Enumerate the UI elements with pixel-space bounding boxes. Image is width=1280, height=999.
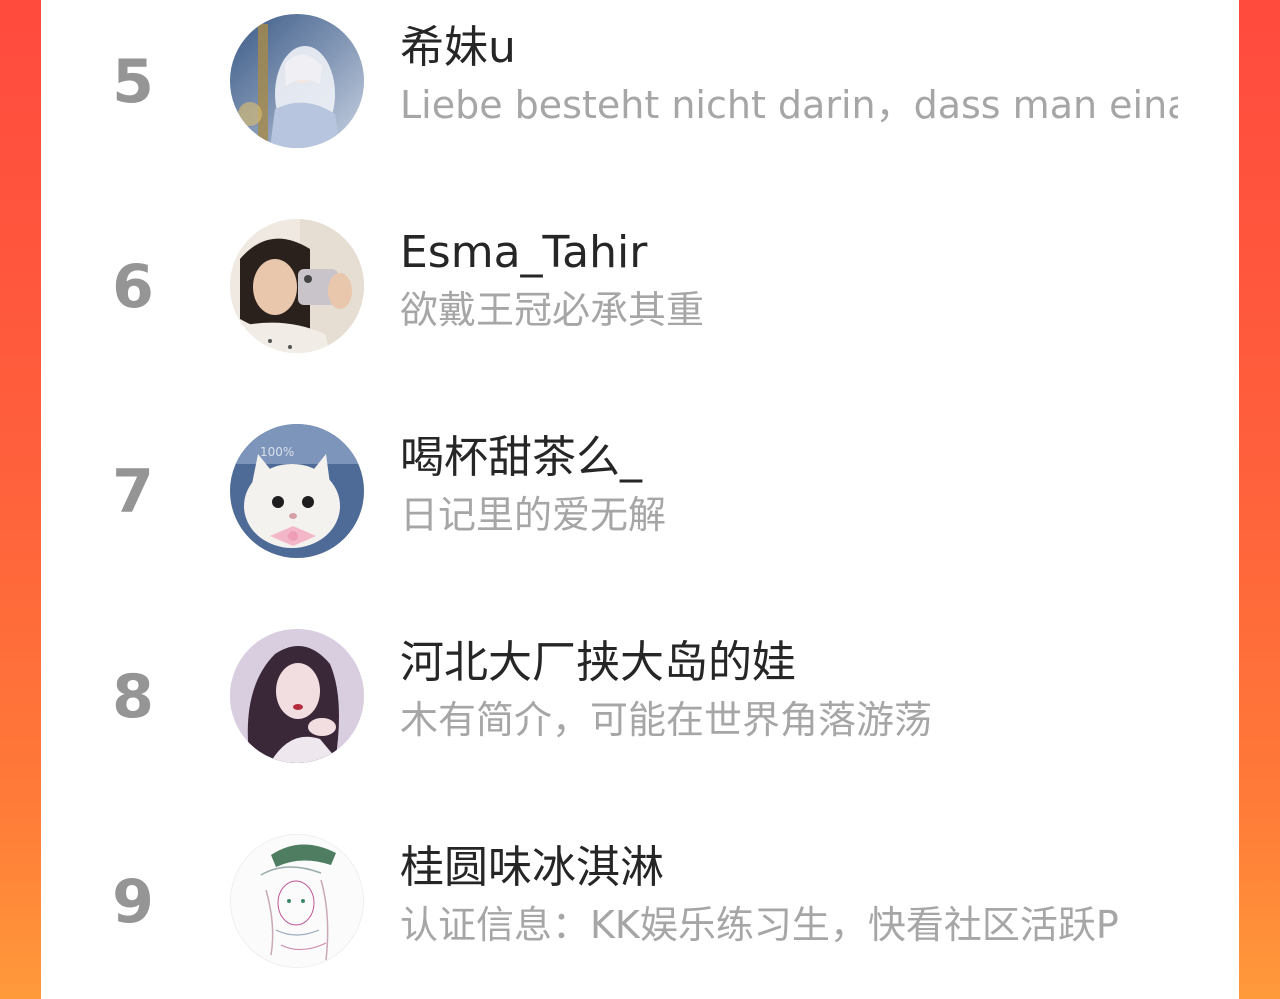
- sketch-illustration-avatar-icon[interactable]: [230, 834, 364, 968]
- selfie-girl-avatar-icon[interactable]: [230, 219, 364, 353]
- rank-number: 9: [112, 867, 154, 937]
- list-item[interactable]: 7 100% 喝杯甜茶么_ 日记里的爱无解: [41, 424, 1239, 564]
- rank-number: 6: [112, 252, 154, 322]
- user-name[interactable]: 喝杯甜茶么_: [400, 430, 1180, 486]
- user-description: 木有简介，可能在世界角落游荡: [400, 698, 933, 742]
- user-name[interactable]: 桂圆味冰淇淋: [400, 840, 1180, 896]
- list-item[interactable]: 6 Esma_Tahir 欲戴王冠必承其重: [41, 219, 1239, 359]
- portrait-girl-avatar-icon[interactable]: [230, 629, 364, 763]
- white-cat-avatar-icon[interactable]: 100%: [230, 424, 364, 558]
- user-name[interactable]: Esma_Tahir: [400, 225, 1180, 281]
- list-item[interactable]: 8 河北大厂挟大岛的娃 木有简介，可能在世界角落游荡: [41, 629, 1239, 769]
- user-name[interactable]: 河北大厂挟大岛的娃: [400, 635, 1180, 691]
- user-description: 欲戴王冠必承其重: [400, 288, 705, 332]
- rank-number: 8: [112, 662, 154, 732]
- user-description: 日记里的爱无解: [400, 493, 667, 537]
- user-name[interactable]: 希妹u: [400, 20, 1180, 76]
- list-item[interactable]: 9 桂圆味冰淇淋 认证信息：KK娱乐练习生，快看社区活跃P: [41, 834, 1239, 974]
- svg-text:100%: 100%: [260, 445, 294, 459]
- rank-number: 5: [112, 47, 154, 117]
- rank-number: 7: [112, 457, 154, 527]
- list-item[interactable]: 5 希妹u Liebe besteht nicht darin，dass man…: [41, 14, 1239, 154]
- user-description: Liebe besteht nicht darin，dass man einan…: [400, 83, 1178, 127]
- fantasy-figure-avatar-icon[interactable]: [230, 14, 364, 148]
- user-description: 认证信息：KK娱乐练习生，快看社区活跃P: [400, 903, 1119, 947]
- ranking-list-panel: 5 希妹u Liebe besteht nicht darin，dass man…: [41, 0, 1239, 999]
